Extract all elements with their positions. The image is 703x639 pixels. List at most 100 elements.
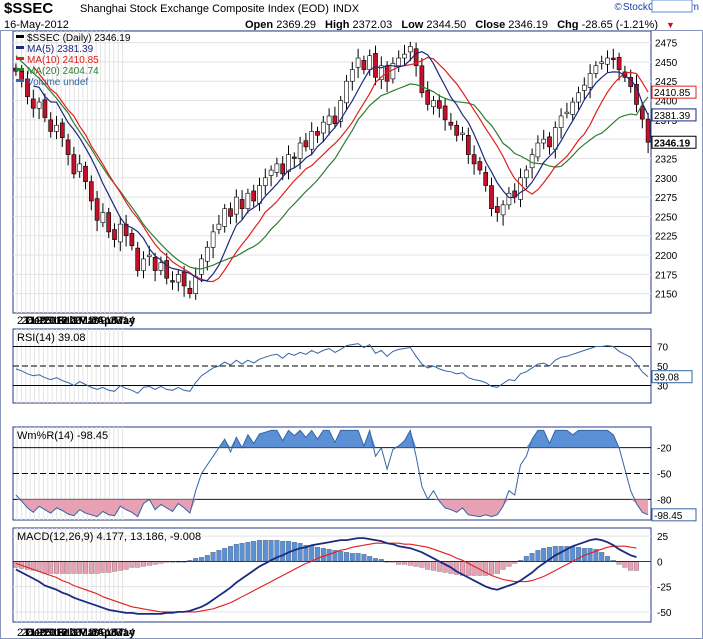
chart-root: $SSEC Shanghai Stock Exchange Composite …	[0, 0, 703, 639]
candle-down	[419, 65, 425, 94]
candle-up	[204, 247, 210, 262]
macd-hist-pos	[570, 546, 576, 562]
candle-up	[216, 223, 222, 230]
rsi-last-label: 39.08	[654, 373, 679, 384]
candle-down	[129, 233, 135, 247]
legend-swatch	[16, 46, 24, 49]
macd-hist-neg	[65, 561, 71, 574]
candle-down	[471, 154, 477, 165]
candle-down	[280, 163, 286, 175]
macd-hist-pos	[222, 548, 228, 562]
candle-down	[187, 287, 193, 294]
macd-hist-neg	[54, 561, 59, 574]
candle-up	[262, 177, 268, 186]
candle-down	[59, 122, 65, 138]
price-last-label: 2381.39	[654, 111, 691, 122]
macd-hist-pos	[228, 546, 233, 562]
candle-up	[587, 73, 593, 88]
candle-up	[320, 121, 326, 134]
legend-entry: MA(5) 2381.39	[27, 44, 94, 55]
legend-entry: MA(20) 2404.74	[27, 66, 99, 77]
rsi-y-tick: 70	[657, 343, 669, 354]
candle-up	[199, 258, 204, 275]
macd-hist-neg	[413, 561, 419, 567]
candle-up	[193, 276, 199, 294]
candle-up	[146, 254, 152, 257]
macd-hist-neg	[117, 561, 123, 571]
macd-hist-pos	[297, 543, 303, 562]
price-y-tick: 2150	[655, 290, 678, 301]
wr-y-tick: -20	[657, 444, 672, 455]
macd-hist-neg	[59, 561, 65, 574]
candle-up	[326, 115, 332, 125]
macd-hist-pos	[587, 548, 593, 562]
x-tick-top: 14	[123, 315, 135, 327]
macd-hist-neg	[106, 561, 112, 573]
rsi-title: RSI(14) 39.08	[17, 332, 85, 344]
candle-up	[36, 101, 42, 109]
candle-down	[425, 90, 431, 105]
candle-up	[210, 231, 216, 248]
price-y-tick: 2225	[655, 232, 678, 243]
candle-up	[117, 223, 123, 243]
macd-hist-neg	[100, 561, 106, 573]
candle-down	[30, 98, 36, 109]
price-y-tick: 2275	[655, 193, 678, 204]
candle-down	[112, 229, 117, 240]
candle-down	[645, 118, 651, 143]
candle-up	[286, 154, 291, 172]
wr-y-tick: -80	[657, 495, 672, 506]
wr-title: Wm%R(14) -98.45	[17, 430, 108, 442]
candle-down	[251, 190, 257, 202]
macd-y-tick: 0	[657, 557, 663, 568]
candle-up	[576, 92, 581, 103]
candle-up	[605, 57, 610, 65]
candle-up	[396, 57, 402, 67]
macd-hist-pos	[251, 540, 257, 562]
legend-entry: MA(10) 2410.85	[27, 55, 99, 66]
candle-up	[558, 115, 564, 128]
candle-up	[158, 262, 164, 271]
candle-down	[88, 181, 94, 202]
macd-hist-pos	[320, 548, 326, 562]
macd-hist-neg	[419, 561, 425, 568]
macd-hist-neg	[112, 561, 117, 572]
candle-down	[42, 99, 48, 118]
macd-last-label: -9.008	[654, 0, 683, 3]
macd-hist-neg	[42, 561, 48, 574]
macd-hist-pos	[216, 550, 222, 562]
legend-swatch	[16, 35, 24, 38]
macd-hist-pos	[210, 552, 216, 562]
macd-hist-pos	[523, 556, 529, 562]
macd-hist-pos	[373, 558, 378, 562]
candle-down	[448, 121, 454, 126]
macd-hist-pos	[535, 550, 541, 562]
candle-down	[483, 172, 489, 186]
candle-down	[152, 257, 158, 271]
macd-hist-neg	[88, 561, 94, 574]
macd-hist-neg	[123, 561, 129, 570]
candle-up	[257, 185, 262, 204]
candle-down	[83, 165, 88, 182]
macd-y-tick: 25	[657, 532, 669, 543]
macd-hist-pos	[361, 554, 367, 562]
macd-hist-neg	[135, 561, 141, 568]
candle-down	[494, 206, 500, 213]
candle-down	[71, 154, 77, 175]
price-last-label: 2346.19	[654, 138, 691, 149]
candle-up	[523, 169, 529, 179]
candle-down	[239, 199, 245, 209]
legend-swatch	[16, 57, 24, 60]
macd-y-tick: -25	[657, 583, 672, 594]
macd-hist-pos	[262, 539, 268, 562]
macd-hist-pos	[349, 553, 355, 562]
macd-hist-pos	[193, 558, 199, 562]
macd-hist-pos	[344, 552, 349, 562]
macd-hist-neg	[471, 561, 477, 576]
macd-hist-neg	[425, 561, 431, 570]
macd-hist-neg	[141, 561, 146, 567]
candle-up	[222, 208, 228, 227]
x-tick-bottom: 14	[123, 627, 135, 639]
macd-hist-pos	[605, 556, 610, 562]
macd-hist-neg	[494, 561, 500, 574]
